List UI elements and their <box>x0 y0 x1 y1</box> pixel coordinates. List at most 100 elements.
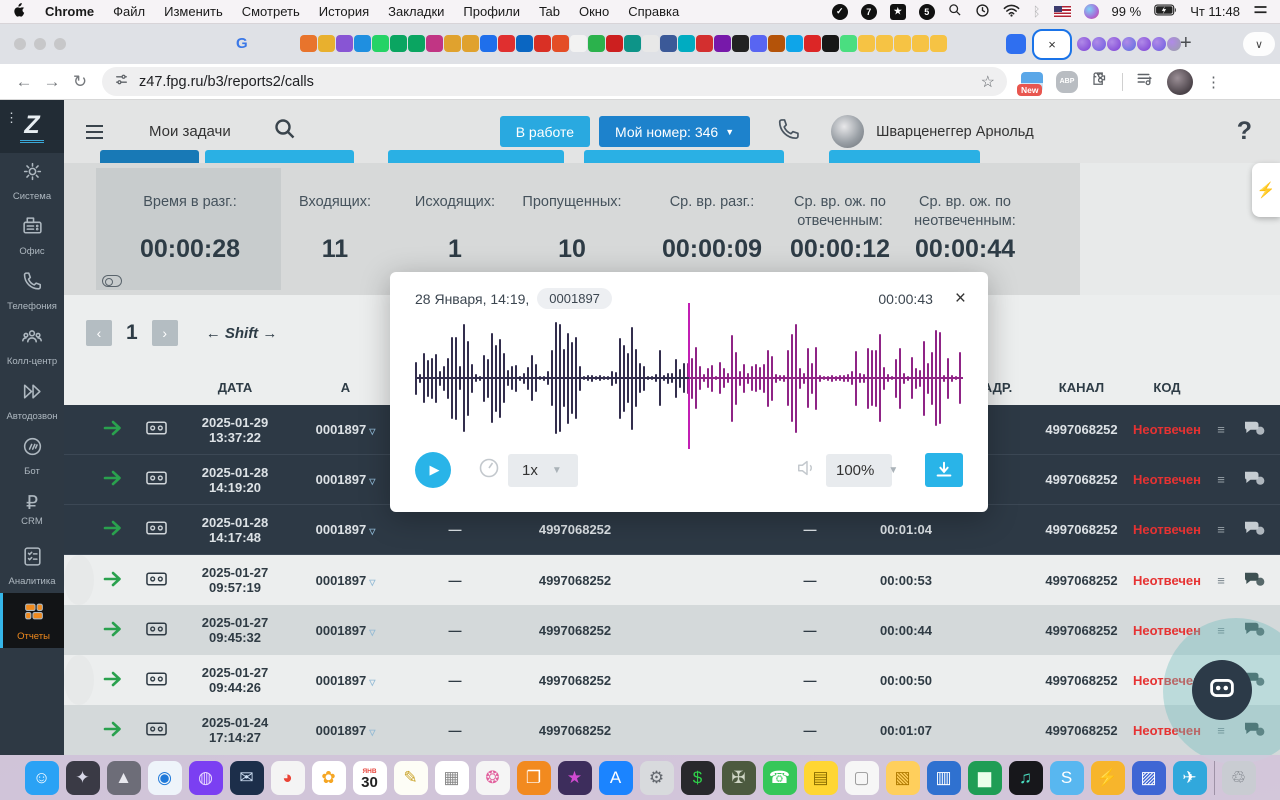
pinned-tab[interactable] <box>372 35 389 52</box>
scrolled-tab[interactable] <box>205 150 354 163</box>
forward-button[interactable]: → <box>38 68 66 96</box>
dock-icon[interactable]: ✈ <box>1173 761 1207 795</box>
pinned-tab[interactable] <box>642 35 659 52</box>
sidebar-item-bot[interactable]: Бот <box>0 428 64 483</box>
my-number-button[interactable]: Мой номер: 346▼ <box>599 116 750 147</box>
recording-icon[interactable] <box>134 621 179 640</box>
chrome-menu-icon[interactable]: ⋮ <box>1206 73 1221 91</box>
tab-favicon[interactable] <box>1167 37 1181 51</box>
pinned-tab[interactable] <box>930 35 947 52</box>
dock-icon[interactable]: ▢ <box>845 761 879 795</box>
volume-select[interactable]: 100%▼ <box>826 454 892 487</box>
menu-item[interactable]: Смотреть <box>242 4 300 19</box>
chat-icon[interactable] <box>1232 419 1276 440</box>
pinned-tab[interactable] <box>750 35 767 52</box>
column-header[interactable]: А <box>291 380 400 395</box>
tab-favicon[interactable] <box>1152 37 1166 51</box>
recording-icon[interactable] <box>134 420 179 439</box>
dock-icon[interactable]: ✠ <box>722 761 756 795</box>
pinned-tab[interactable] <box>318 35 335 52</box>
table-row[interactable]: 2025-01-24 17:14:27 0001897▽ — 499706825… <box>64 705 1280 755</box>
speed-select[interactable]: 1x▼ <box>508 454 578 487</box>
dock-icon[interactable]: ♲ <box>1222 761 1256 795</box>
pinned-tab[interactable] <box>876 35 893 52</box>
dock-icon[interactable]: ✦ <box>66 761 100 795</box>
dock-icon[interactable]: ▥ <box>927 761 961 795</box>
pinned-tab[interactable] <box>894 35 911 52</box>
url-text[interactable]: z47.fpg.ru/b3/reports2/calls <box>139 74 981 90</box>
dock-icon[interactable]: ▤ <box>804 761 838 795</box>
pinned-tab[interactable] <box>570 35 587 52</box>
dock-calendar[interactable]: ЯНВ30 <box>353 761 387 795</box>
app-logo[interactable]: ⋮ Z <box>0 100 64 153</box>
help-button[interactable]: ? <box>1237 117 1252 146</box>
chat-icon[interactable] <box>1232 519 1276 540</box>
tab-google[interactable]: G <box>236 35 248 52</box>
window-controls[interactable] <box>14 38 66 50</box>
sidebar-item-system[interactable]: Система <box>0 153 64 208</box>
pinned-tab[interactable] <box>336 35 353 52</box>
dock-icon[interactable]: ▨ <box>1132 761 1166 795</box>
wifi-icon[interactable] <box>1003 4 1020 20</box>
site-settings-icon[interactable] <box>114 72 129 92</box>
pinned-tab[interactable] <box>678 35 695 52</box>
dock-icon[interactable]: ♫ <box>1009 761 1043 795</box>
tab-favicon[interactable] <box>1092 37 1106 51</box>
menu-item[interactable]: Окно <box>579 4 609 19</box>
pinned-tab[interactable] <box>444 35 461 52</box>
tab-favicon[interactable] <box>1077 37 1091 51</box>
table-row[interactable]: 2025-01-28 14:17:48 0001897▽ — 499706825… <box>64 505 1280 555</box>
spotlight-icon[interactable] <box>948 3 962 20</box>
pinned-tab[interactable] <box>714 35 731 52</box>
status-button[interactable]: В работе <box>500 116 590 147</box>
prev-page-button[interactable]: ‹ <box>86 320 112 346</box>
side-widget[interactable]: ⚡ <box>1252 163 1280 217</box>
pinned-tab[interactable] <box>480 35 497 52</box>
dock-icon[interactable]: ❐ <box>517 761 551 795</box>
tab-blue[interactable] <box>1006 34 1026 54</box>
row-menu-icon[interactable]: ≡ <box>1210 522 1232 537</box>
tab-favicon[interactable] <box>1122 37 1136 51</box>
dock-icon[interactable]: ★ <box>558 761 592 795</box>
scrolled-tab[interactable] <box>388 150 564 163</box>
next-page-button[interactable]: › <box>152 320 178 346</box>
pinned-tab[interactable] <box>534 35 551 52</box>
menu-item[interactable]: Файл <box>113 4 145 19</box>
recording-icon[interactable] <box>134 520 179 539</box>
download-button[interactable] <box>925 453 963 487</box>
overflow-tabs[interactable] <box>1077 37 1181 51</box>
pinned-tab[interactable] <box>552 35 569 52</box>
dock-icon[interactable]: ◕ <box>271 761 305 795</box>
user-avatar[interactable] <box>831 115 864 148</box>
close-icon[interactable]: × <box>955 291 966 307</box>
pinned-tab[interactable] <box>516 35 533 52</box>
media-controls-icon[interactable] <box>1136 71 1154 92</box>
pinned-tab[interactable] <box>696 35 713 52</box>
phone-icon[interactable] <box>776 116 803 148</box>
pinned-tab[interactable] <box>786 35 803 52</box>
sidebar-item-autodial[interactable]: Автодозвон <box>0 373 64 428</box>
menubar-clock[interactable]: Чт 11:48 <box>1190 4 1240 19</box>
pinned-tab[interactable] <box>462 35 479 52</box>
pinned-tab[interactable] <box>768 35 785 52</box>
dock-icon[interactable]: ◍ <box>189 761 223 795</box>
pinned-tab[interactable] <box>804 35 821 52</box>
keyboard-layout-flag[interactable] <box>1054 6 1071 17</box>
stats-toggle[interactable] <box>102 275 122 287</box>
dock-icon[interactable]: $ <box>681 761 715 795</box>
dock-icon[interactable]: A <box>599 761 633 795</box>
pinned-tab[interactable] <box>732 35 749 52</box>
pinned-tab[interactable] <box>426 35 443 52</box>
reload-button[interactable]: ↻ <box>66 68 94 96</box>
table-row[interactable]: 2025-01-27 09:45:32 0001897▽ — 499706825… <box>64 605 1280 655</box>
dock-icon[interactable]: ◉ <box>148 761 182 795</box>
recording-icon[interactable] <box>134 470 179 489</box>
bookmark-star-icon[interactable]: ☆ <box>981 72 995 92</box>
pinned-tab[interactable] <box>660 35 677 52</box>
dock-icon[interactable]: ☎ <box>763 761 797 795</box>
scrolled-tab[interactable] <box>584 150 784 163</box>
pinned-tab[interactable] <box>390 35 407 52</box>
dock-icon[interactable]: ▧ <box>886 761 920 795</box>
url-bar[interactable]: z47.fpg.ru/b3/reports2/calls ☆ <box>102 67 1007 96</box>
dock-icon[interactable]: ❂ <box>476 761 510 795</box>
